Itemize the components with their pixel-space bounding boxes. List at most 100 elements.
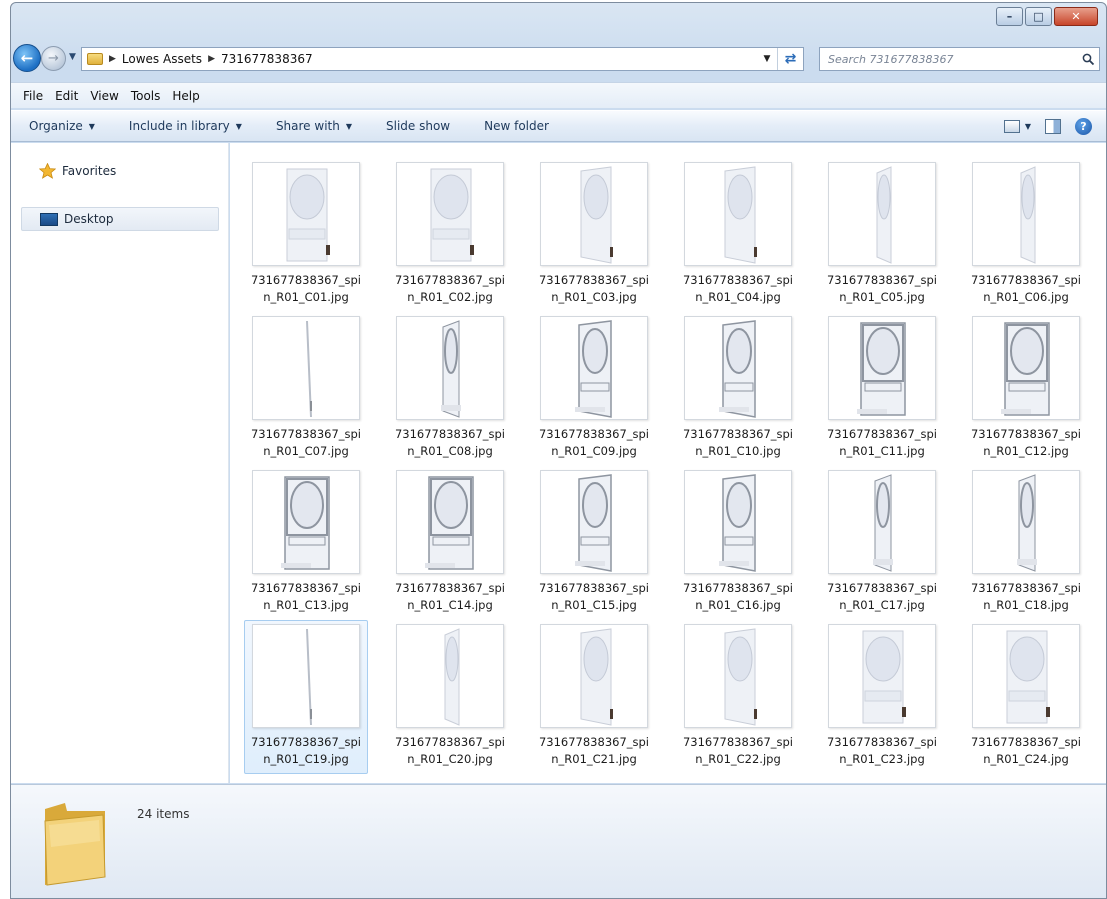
search-icon[interactable] bbox=[1077, 53, 1099, 66]
menu-file[interactable]: File bbox=[17, 89, 49, 103]
file-item[interactable]: 731677838367_spi n_R01_C24.jpg bbox=[964, 620, 1088, 774]
file-name: 731677838367_spi n_R01_C05.jpg bbox=[820, 272, 944, 306]
address-dropdown[interactable]: ▼ bbox=[757, 54, 777, 64]
file-name-line1: 731677838367_spi bbox=[826, 581, 938, 595]
door-thumbnail-image bbox=[286, 168, 330, 262]
file-name-line2: n_R01_C16.jpg bbox=[695, 598, 781, 612]
file-thumbnail bbox=[684, 162, 792, 266]
file-thumbnail bbox=[252, 162, 360, 266]
star-icon bbox=[39, 163, 56, 179]
refresh-button[interactable]: ⇄ bbox=[777, 48, 803, 70]
new-folder-button[interactable]: New folder bbox=[484, 119, 549, 133]
file-item[interactable]: 731677838367_spi n_R01_C23.jpg bbox=[820, 620, 944, 774]
door-thumbnail-image bbox=[281, 476, 330, 570]
door-thumbnail-image bbox=[1001, 322, 1050, 416]
door-thumbnail-image bbox=[873, 474, 893, 572]
breadcrumb-lowes-assets[interactable]: Lowes Assets bbox=[122, 52, 202, 66]
door-thumbnail-image bbox=[719, 474, 756, 572]
file-item[interactable]: 731677838367_spi n_R01_C07.jpg bbox=[244, 312, 368, 466]
file-item[interactable]: 731677838367_spi n_R01_C14.jpg bbox=[388, 466, 512, 620]
file-item[interactable]: 731677838367_spi n_R01_C02.jpg bbox=[388, 158, 512, 312]
file-name: 731677838367_spi n_R01_C10.jpg bbox=[676, 426, 800, 460]
maximize-button[interactable]: □ bbox=[1025, 7, 1052, 26]
minimize-button[interactable]: – bbox=[996, 7, 1023, 26]
file-thumbnail bbox=[828, 624, 936, 728]
file-name-line1: 731677838367_spi bbox=[538, 273, 650, 287]
chevron-right-icon[interactable]: ▶ bbox=[109, 54, 116, 64]
file-name-line2: n_R01_C06.jpg bbox=[983, 290, 1069, 304]
file-thumbnail bbox=[828, 316, 936, 420]
file-name-line2: n_R01_C13.jpg bbox=[263, 598, 349, 612]
items-count: 24 items bbox=[137, 807, 190, 821]
back-button[interactable]: ← bbox=[13, 44, 41, 72]
file-item[interactable]: 731677838367_spi n_R01_C11.jpg bbox=[820, 312, 944, 466]
file-item[interactable]: 731677838367_spi n_R01_C20.jpg bbox=[388, 620, 512, 774]
refresh-icon: ⇄ bbox=[784, 51, 797, 67]
file-thumbnail bbox=[396, 162, 504, 266]
file-name: 731677838367_spi n_R01_C09.jpg bbox=[532, 426, 656, 460]
file-item[interactable]: 731677838367_spi n_R01_C22.jpg bbox=[676, 620, 800, 774]
address-bar[interactable]: ▶ Lowes Assets ▶ 731677838367 ▼ ⇄ bbox=[81, 47, 804, 71]
new-folder-label: New folder bbox=[484, 119, 549, 133]
nav-favorites-label: Favorites bbox=[62, 164, 117, 178]
file-item[interactable]: 731677838367_spi n_R01_C01.jpg bbox=[244, 158, 368, 312]
file-list: 731677838367_spi n_R01_C01.jpg 73167783836… bbox=[230, 143, 1106, 783]
include-in-library-button[interactable]: Include in library ▼ bbox=[129, 119, 242, 133]
door-thumbnail-image bbox=[1020, 166, 1036, 264]
menu-view[interactable]: View bbox=[84, 89, 124, 103]
menu-tools[interactable]: Tools bbox=[125, 89, 167, 103]
file-name: 731677838367_spi n_R01_C24.jpg bbox=[964, 734, 1088, 768]
file-item[interactable]: 731677838367_spi n_R01_C16.jpg bbox=[676, 466, 800, 620]
file-thumbnail bbox=[972, 162, 1080, 266]
file-item[interactable]: 731677838367_spi n_R01_C04.jpg bbox=[676, 158, 800, 312]
help-button[interactable]: ? bbox=[1075, 117, 1092, 135]
share-with-button[interactable]: Share with ▼ bbox=[276, 119, 352, 133]
file-item[interactable]: 731677838367_spi n_R01_C12.jpg bbox=[964, 312, 1088, 466]
chevron-right-icon[interactable]: ▶ bbox=[208, 54, 215, 64]
file-thumbnail bbox=[972, 470, 1080, 574]
file-item[interactable]: 731677838367_spi n_R01_C17.jpg bbox=[820, 466, 944, 620]
slide-show-button[interactable]: Slide show bbox=[386, 119, 450, 133]
minimize-icon: – bbox=[1006, 10, 1013, 23]
file-thumbnail bbox=[396, 316, 504, 420]
search-box bbox=[819, 47, 1100, 71]
file-item[interactable]: 731677838367_spi n_R01_C13.jpg bbox=[244, 466, 368, 620]
nav-favorites[interactable]: Favorites bbox=[39, 163, 116, 179]
file-item[interactable]: 731677838367_spi n_R01_C19.jpg bbox=[244, 620, 368, 774]
file-grid: 731677838367_spi n_R01_C01.jpg 73167783836… bbox=[244, 158, 1106, 774]
file-name-line1: 731677838367_spi bbox=[538, 735, 650, 749]
file-name-line1: 731677838367_spi bbox=[394, 735, 506, 749]
file-item[interactable]: 731677838367_spi n_R01_C09.jpg bbox=[532, 312, 656, 466]
organize-button[interactable]: Organize ▼ bbox=[29, 119, 95, 133]
share-with-label: Share with bbox=[275, 119, 340, 133]
file-name-line1: 731677838367_spi bbox=[250, 273, 362, 287]
change-view-button[interactable]: ▼ bbox=[1003, 119, 1031, 133]
breadcrumb-current-folder[interactable]: 731677838367 bbox=[221, 52, 313, 66]
preview-pane-button[interactable] bbox=[1045, 118, 1061, 134]
file-name-line1: 731677838367_spi bbox=[538, 427, 650, 441]
file-item[interactable]: 731677838367_spi n_R01_C15.jpg bbox=[532, 466, 656, 620]
file-name-line1: 731677838367_spi bbox=[250, 581, 362, 595]
file-item[interactable]: 731677838367_spi n_R01_C06.jpg bbox=[964, 158, 1088, 312]
menu-edit[interactable]: Edit bbox=[49, 89, 84, 103]
menu-help[interactable]: Help bbox=[166, 89, 205, 103]
file-item[interactable]: 731677838367_spi n_R01_C08.jpg bbox=[388, 312, 512, 466]
door-thumbnail-image bbox=[876, 166, 892, 264]
search-input[interactable] bbox=[828, 52, 1077, 66]
recent-pages-dropdown[interactable]: ▼ bbox=[69, 52, 76, 62]
forward-button[interactable]: → bbox=[41, 46, 66, 71]
file-thumbnail bbox=[972, 316, 1080, 420]
file-thumbnail bbox=[972, 624, 1080, 728]
nav-desktop[interactable]: Desktop bbox=[21, 207, 219, 231]
file-item[interactable]: 731677838367_spi n_R01_C05.jpg bbox=[820, 158, 944, 312]
file-name-line2: n_R01_C12.jpg bbox=[983, 444, 1069, 458]
file-name-line1: 731677838367_spi bbox=[682, 581, 794, 595]
file-item[interactable]: 731677838367_spi n_R01_C03.jpg bbox=[532, 158, 656, 312]
door-thumbnail-image bbox=[862, 630, 906, 724]
file-name-line2: n_R01_C15.jpg bbox=[551, 598, 637, 612]
close-button[interactable]: ✕ bbox=[1054, 7, 1098, 26]
file-name-line1: 731677838367_spi bbox=[394, 273, 506, 287]
file-item[interactable]: 731677838367_spi n_R01_C18.jpg bbox=[964, 466, 1088, 620]
file-item[interactable]: 731677838367_spi n_R01_C21.jpg bbox=[532, 620, 656, 774]
file-item[interactable]: 731677838367_spi n_R01_C10.jpg bbox=[676, 312, 800, 466]
